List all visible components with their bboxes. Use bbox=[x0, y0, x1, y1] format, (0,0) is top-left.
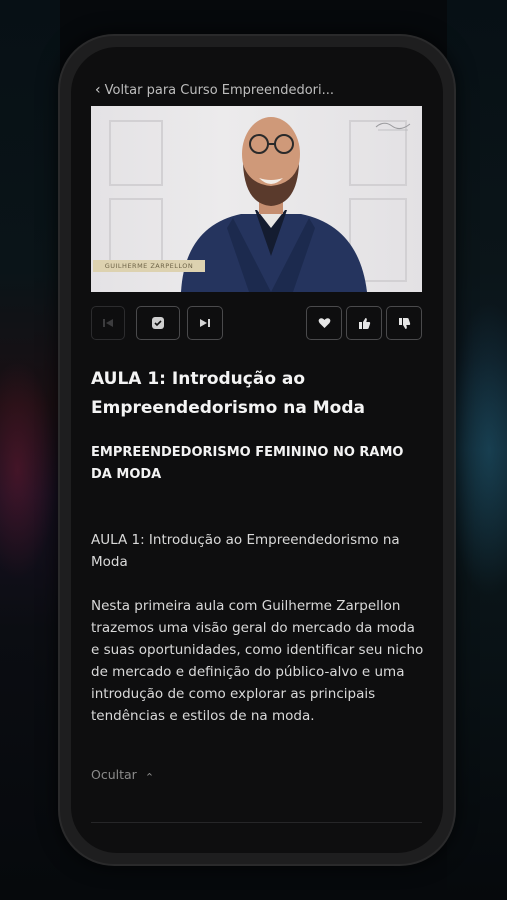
heart-icon bbox=[318, 318, 330, 328]
like-button[interactable] bbox=[346, 306, 382, 340]
video-watermark-logo bbox=[374, 118, 412, 134]
dislike-button[interactable] bbox=[386, 306, 422, 340]
next-lesson-button[interactable] bbox=[187, 306, 223, 340]
module-title: EMPREENDEDORISMO FEMININO NO RAMO DA MOD… bbox=[91, 445, 404, 482]
previous-lesson-button[interactable] bbox=[91, 306, 125, 340]
hide-description-toggle[interactable]: Ocultar ⌃ bbox=[91, 767, 155, 784]
speaker-name-tag: GUILHERME ZARPELLON bbox=[93, 260, 205, 272]
lesson-subtitle: AULA 1: Introdução ao Empreendedorismo n… bbox=[91, 532, 400, 570]
app-screen: ‹ Voltar para Curso Empreendedori... GUI… bbox=[71, 47, 443, 853]
skip-next-icon bbox=[200, 319, 210, 327]
back-link-label: Voltar para Curso Empreendedori... bbox=[104, 82, 335, 98]
hide-label: Ocultar bbox=[91, 767, 137, 782]
thumbs-down-icon bbox=[398, 317, 410, 329]
divider bbox=[91, 822, 422, 823]
skip-previous-icon bbox=[103, 319, 113, 327]
lesson-description: Nesta primeira aula com Guilherme Zarpel… bbox=[91, 598, 424, 724]
wall-panel bbox=[109, 198, 163, 264]
check-icon bbox=[152, 317, 164, 329]
favorite-button[interactable] bbox=[306, 306, 342, 340]
mark-complete-button[interactable] bbox=[136, 306, 180, 340]
lesson-title: AULA 1: Introdução ao Empreendedorismo n… bbox=[91, 369, 365, 418]
back-link[interactable]: ‹ Voltar para Curso Empreendedori... bbox=[95, 82, 425, 98]
chevron-left-icon: ‹ bbox=[95, 82, 101, 98]
chevron-up-icon: ⌃ bbox=[144, 771, 155, 784]
background-glow-left bbox=[0, 360, 58, 580]
background-glow-right bbox=[447, 300, 507, 600]
wall-panel bbox=[109, 120, 163, 186]
thumbs-up-icon bbox=[358, 317, 370, 329]
player-controls bbox=[91, 306, 422, 342]
phone-frame: ‹ Voltar para Curso Empreendedori... GUI… bbox=[60, 36, 454, 864]
video-player[interactable]: GUILHERME ZARPELLON bbox=[91, 106, 422, 292]
